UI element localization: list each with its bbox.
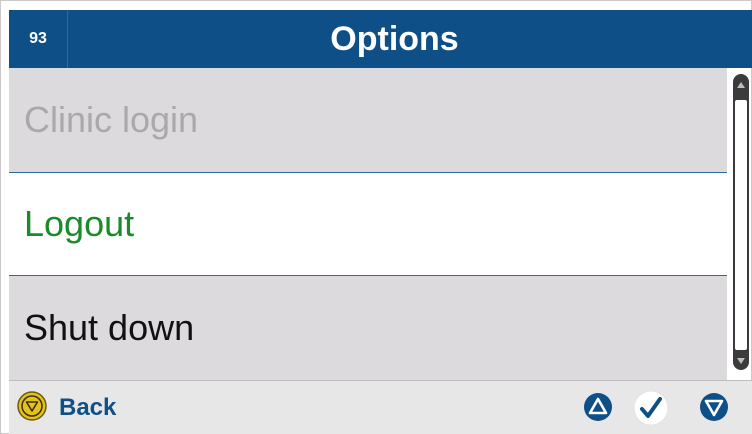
- stop-circle-icon: [17, 390, 47, 426]
- scroll-down-arrow-icon[interactable]: [737, 358, 745, 364]
- scroll-up-arrow-icon[interactable]: [737, 82, 745, 88]
- triangle-down-icon[interactable]: [699, 392, 729, 427]
- screen-number: 93: [9, 10, 68, 68]
- header-bar: 93 Options: [9, 10, 752, 68]
- scrollbar[interactable]: [733, 74, 749, 370]
- scroll-thumb[interactable]: [735, 100, 747, 350]
- options-list: Clinic login Logout Shut down: [9, 68, 727, 380]
- back-label: Back: [59, 394, 117, 421]
- menu-item-logout[interactable]: Logout: [9, 172, 727, 276]
- menu-item-clinic-login[interactable]: Clinic login: [9, 68, 727, 172]
- footer-bar: Back: [9, 381, 752, 434]
- triangle-up-icon[interactable]: [583, 392, 613, 427]
- back-button[interactable]: Back: [17, 390, 117, 426]
- menu-item-shut-down[interactable]: Shut down: [9, 276, 727, 380]
- page-title: Options: [330, 19, 459, 58]
- checkmark-icon[interactable]: [633, 390, 669, 431]
